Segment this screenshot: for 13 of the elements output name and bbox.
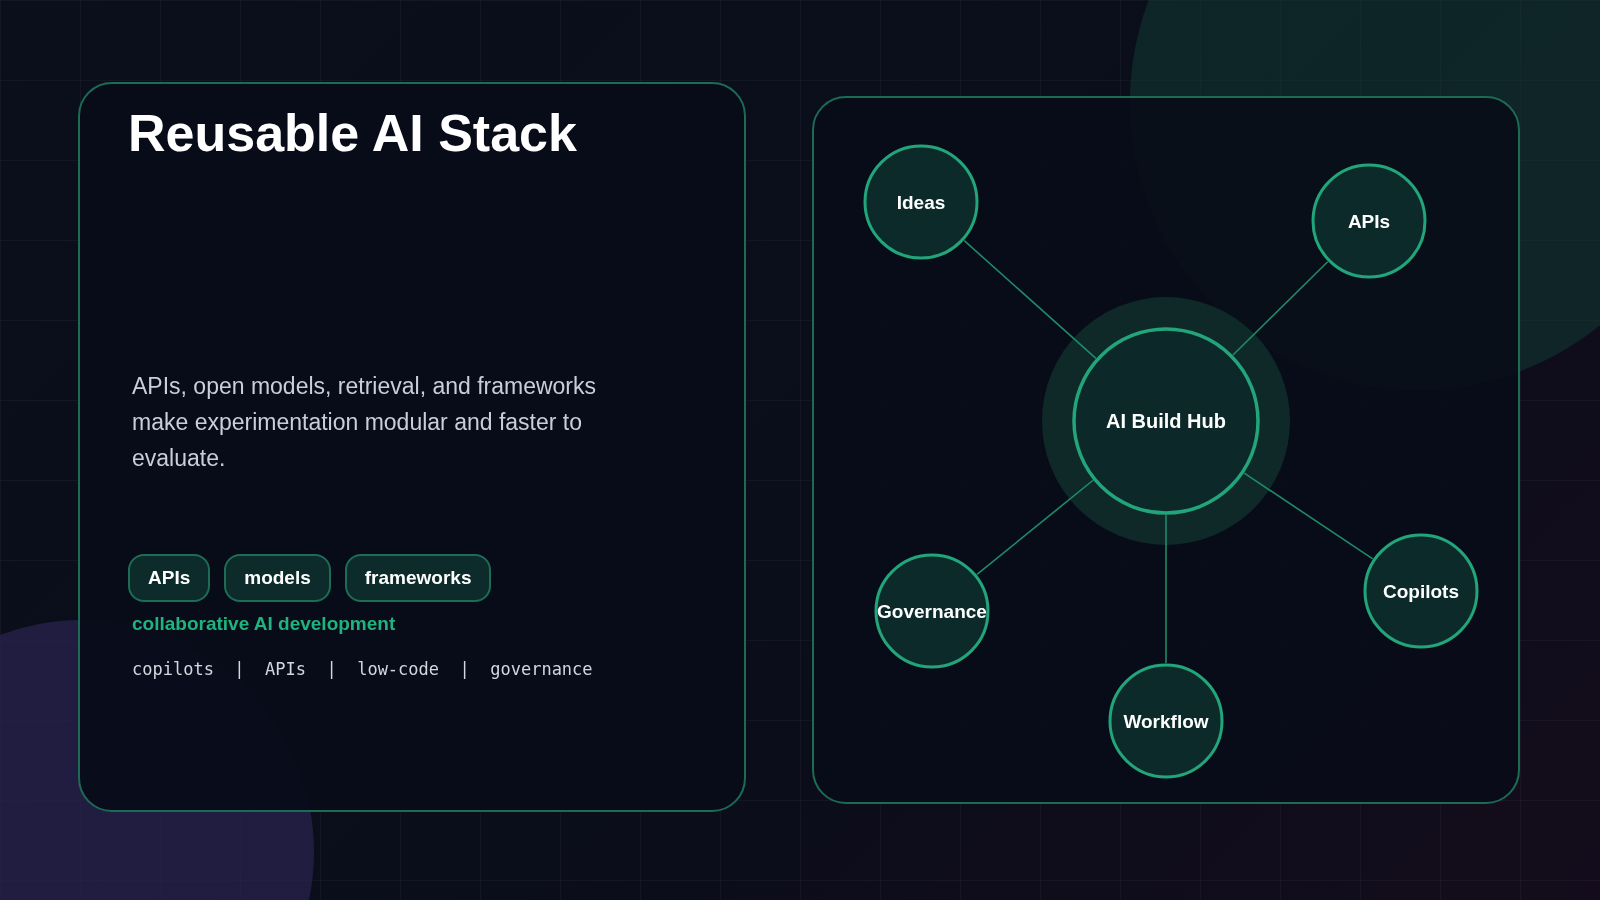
tag-chip: frameworks: [344, 554, 492, 603]
diagram-node: Copilots: [1363, 533, 1479, 649]
tag-chip: APIs: [128, 554, 211, 603]
tagline: collaborative AI development: [132, 612, 397, 637]
diagram-node: Governance: [874, 553, 990, 669]
keyword-list: copilots | APIs | low-code | governance: [132, 656, 696, 683]
diagram-node: APIs: [1311, 163, 1427, 279]
hub-node: AI Build Hub: [1072, 327, 1260, 515]
tag-chip: models: [224, 554, 331, 603]
diagram-node: Ideas: [863, 144, 979, 260]
description-text: APIs, open models, retrieval, and frameworks make experimentation modular and faster to evaluate.: [132, 372, 598, 474]
diagram-node: Workflow: [1108, 663, 1224, 779]
slide-title: Reusable AI Stack: [128, 103, 578, 164]
